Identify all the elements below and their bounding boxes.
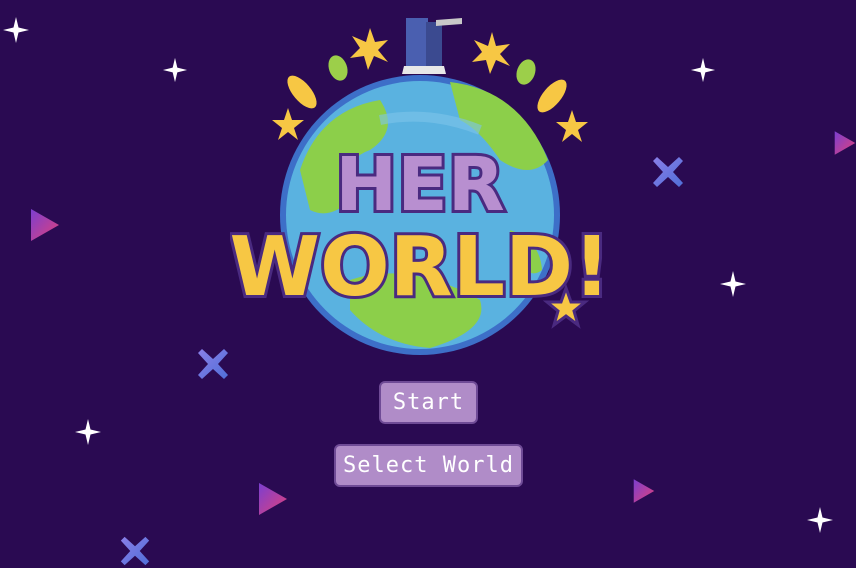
play-triangle-icon	[834, 131, 856, 155]
title-screen: HER WORLD! Start Select World	[0, 0, 856, 566]
sparkle-icon	[75, 419, 101, 445]
sparkle-icon	[807, 507, 833, 533]
play-triangle-icon	[259, 483, 287, 515]
x-mark-icon	[120, 536, 150, 566]
play-triangle-icon	[633, 479, 655, 503]
sparkle-icon	[162, 57, 188, 83]
select-world-button[interactable]: Select World	[334, 444, 523, 487]
x-mark-icon	[653, 157, 683, 187]
her-world-logo: HER WORLD!	[230, 18, 610, 355]
sparkle-icon	[720, 271, 746, 297]
character-legs	[402, 18, 462, 74]
sparkle-icon	[3, 17, 29, 43]
title-line-1: HER	[335, 142, 504, 228]
start-button[interactable]: Start	[379, 381, 478, 424]
x-mark-icon	[198, 349, 228, 379]
sparkle-icon	[690, 57, 716, 83]
play-triangle-icon	[31, 209, 59, 241]
title-wordmark: HER WORLD!	[230, 139, 610, 329]
